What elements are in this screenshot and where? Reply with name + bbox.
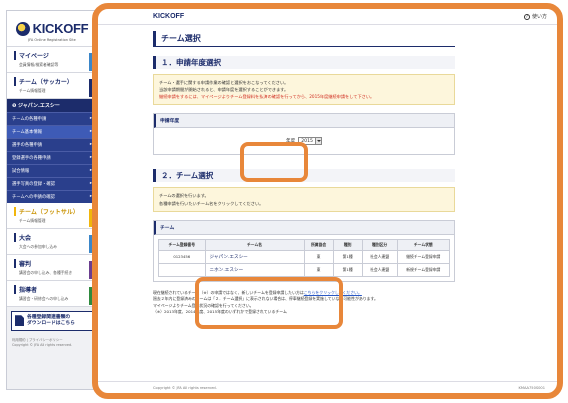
team-number: 0123456 (158, 249, 206, 264)
nav-item-label: チームへの申請の確認 (12, 195, 55, 200)
team-name-link[interactable]: ジャパン.エスシー (204, 249, 305, 264)
team-status: 新規チーム登録申請 (396, 262, 451, 277)
team-box-heading: チーム (154, 220, 454, 235)
nav-item-label: 試合情報 (12, 169, 30, 174)
nav-item-label: 登録選手の各種申請 (12, 156, 51, 161)
sidebar: KICKOFF JFA Online Registration Site マイペ… (6, 10, 98, 390)
logo-subtitle: JFA Online Registration Site (28, 38, 76, 42)
section-fiscal-year-heading: １．申請年度選択 (153, 56, 455, 69)
copyright: Copyright © JFA All rights reserved. (12, 342, 73, 347)
page-footer: Copyright © JFA All rights reserved. KMA… (98, 381, 557, 393)
fiscal-year-notice: チーム・選手に関する申請作業の確認と選択をおこなってください。 当該申請期間が開… (153, 74, 455, 106)
sidebar-item-label: チーム（サッカー） (14, 77, 93, 86)
col-header-association: 所属協会 (303, 238, 334, 251)
sidebar-footer: 利用規約 | プライバシーポリシー Copyright © JFA All ri… (7, 335, 97, 351)
notice-line: チーム・選手に関する申請作業の確認と選択をおこなってください。 (159, 80, 289, 85)
year-select-highlight (240, 142, 308, 182)
nav-item-match-info[interactable]: 試合情報 ▸ (7, 164, 97, 177)
sidebar-item-label: 大会 (14, 233, 93, 242)
sidebar-item-label: マイページ (14, 51, 93, 60)
table-row: ニホン.エスシー 東 第1種 社会人連盟 新規チーム登録申請 (158, 262, 451, 277)
sidebar-item-tournament[interactable]: 大会 大会への参加申し込み (7, 229, 97, 255)
team-name-link[interactable]: ニホン.エスシー (204, 262, 305, 277)
team-box: チーム チーム登録番号 チーム名 所属協会 種別 種別区分 チーム状態 0123… (153, 219, 455, 282)
notice-line: 当該申請期間が開始されると、申請年度を選択することができます。 (159, 87, 289, 93)
team-kind: 第1種 (332, 262, 363, 277)
col-header-status: チーム状態 (396, 238, 451, 251)
sidebar-item-label: チーム（フットサル） (14, 207, 93, 216)
screenshot-root: KICKOFF JFA Online Registration Site マイペ… (0, 0, 568, 403)
download-documents-button[interactable]: 各種登録関連書類の ダウンロードはこちら (11, 311, 93, 331)
table-row: 0123456 ジャパン.エスシー 東 第1種 社会人連盟 継続チーム登録申請 (158, 249, 451, 264)
team-status: 継続チーム登録申請 (396, 249, 451, 264)
current-team-heading: ❶ ジャパン.エスシー (7, 99, 97, 112)
sidebar-item-sub: チーム情報管理 (19, 88, 46, 93)
nav-item-team-applications[interactable]: チームの各種申請 ▸ (7, 112, 97, 125)
sidebar-item-coach[interactable]: 指導者 講習会・研修会への申し込み (7, 281, 97, 307)
sidebar-item-referee[interactable]: 審判 講習会の申し込み、各種手続き (7, 255, 97, 281)
nav-item-player-photo[interactable]: 選手写真の登録・確認 ▸ (7, 177, 97, 190)
team-category: 社会人連盟 (361, 249, 398, 264)
sidebar-item-label: 指導者 (14, 285, 93, 294)
team-association: 東 (303, 262, 334, 277)
document-icon (15, 315, 24, 327)
team-name-highlight (195, 277, 343, 329)
sidebar-item-sub: 講習会・研修会への申し込み (19, 296, 69, 301)
team-table-wrap: チーム登録番号 チーム名 所属協会 種別 種別区分 チーム状態 0123456 (154, 235, 454, 281)
question-icon: ? (523, 13, 530, 20)
col-header-kind: 種別 (332, 238, 363, 251)
header-brand[interactable]: KICKOFF (153, 13, 184, 20)
sidebar-item-sub: チーム情報管理 (19, 218, 46, 223)
team-select-notice: チームの選択を行います。 各種申請を行いたいチーム名をクリックしてください。 (153, 187, 455, 212)
screen-id: KMAA750S001 (518, 385, 545, 390)
help-label: 使い方 (531, 14, 547, 20)
sidebar-item-mypage[interactable]: マイページ 会員情報/検索者確認等 (7, 47, 97, 73)
nav-item-team-application-check[interactable]: チームへの申請の確認 ▸ (7, 190, 97, 203)
nav-item-player-applications[interactable]: 選手の各種申請 ▸ (7, 138, 97, 151)
sidebar-item-team-soccer[interactable]: チーム（サッカー） チーム情報管理 (7, 73, 97, 99)
sidebar-item-sub: 大会への参加申し込み (19, 244, 57, 249)
team-table: チーム登録番号 チーム名 所属協会 種別 種別区分 チーム状態 0123456 (158, 238, 451, 277)
team-table-header-row: チーム登録番号 チーム名 所属協会 種別 種別区分 チーム状態 (158, 238, 451, 251)
fiscal-year-box-heading: 申請年度 (154, 114, 454, 129)
nav-item-registered-player-applications[interactable]: 登録選手の各種申請 ▸ (7, 151, 97, 164)
col-header-category: 種別区分 (361, 238, 398, 251)
col-header-team-name: チーム名 (204, 238, 305, 251)
chevron-down-icon (314, 138, 321, 145)
help-link[interactable]: ? 使い方 (523, 13, 547, 20)
nav-item-team-basic-info[interactable]: チーム基本情報 ▸ (7, 125, 97, 138)
sidebar-item-label: 審判 (14, 259, 93, 268)
col-header-team-number: チーム登録番号 (158, 238, 206, 251)
sidebar-item-sub: 会員情報/検索者確認等 (19, 62, 59, 67)
team-association: 東 (303, 249, 334, 264)
nav-item-label: チームの各種申請 (12, 117, 47, 122)
notice-line: チームの選択を行います。 (159, 193, 209, 199)
page-title: チーム選択 (153, 31, 455, 47)
sidebar-item-sub: 講習会の申し込み、各種手続き (19, 270, 73, 275)
logo-text: KICKOFF (32, 21, 89, 36)
team-number (158, 262, 206, 277)
footer-copyright: Copyright © JFA All rights reserved. (153, 385, 217, 390)
nav-item-label: 選手の各種申請 (12, 143, 43, 148)
current-team-name: ジャパン.エスシー (17, 103, 60, 109)
nav-item-label: チーム基本情報 (12, 130, 42, 135)
main-panel: KICKOFF ? 使い方 チーム選択 １．申請年度選択 チーム・選手に関する申… (92, 3, 563, 399)
nav-item-label: 選手写真の登録・確認 (12, 182, 55, 187)
download-line2: ダウンロードはこちら (27, 320, 75, 326)
download-label: 各種登録関連書類の ダウンロードはこちら (27, 315, 75, 327)
kickoff-logo[interactable]: KICKOFF JFA Online Registration Site (7, 11, 97, 47)
team-kind: 第1種 (332, 249, 363, 264)
notice-line: 各種申請を行いたいチーム名をクリックしてください。 (159, 200, 264, 206)
top-bar: KICKOFF ? 使い方 (98, 9, 557, 25)
team-category: 社会人連盟 (361, 262, 398, 277)
jfa-emblem-icon (15, 21, 30, 36)
download-line1: 各種登録関連書類の (27, 315, 71, 320)
notice-warning: 継続申請をするには、マイページよりチーム登録料を払済の確認を行ってから、2015… (159, 94, 375, 100)
sidebar-item-team-futsal[interactable]: チーム（フットサル） チーム情報管理 (7, 203, 97, 229)
